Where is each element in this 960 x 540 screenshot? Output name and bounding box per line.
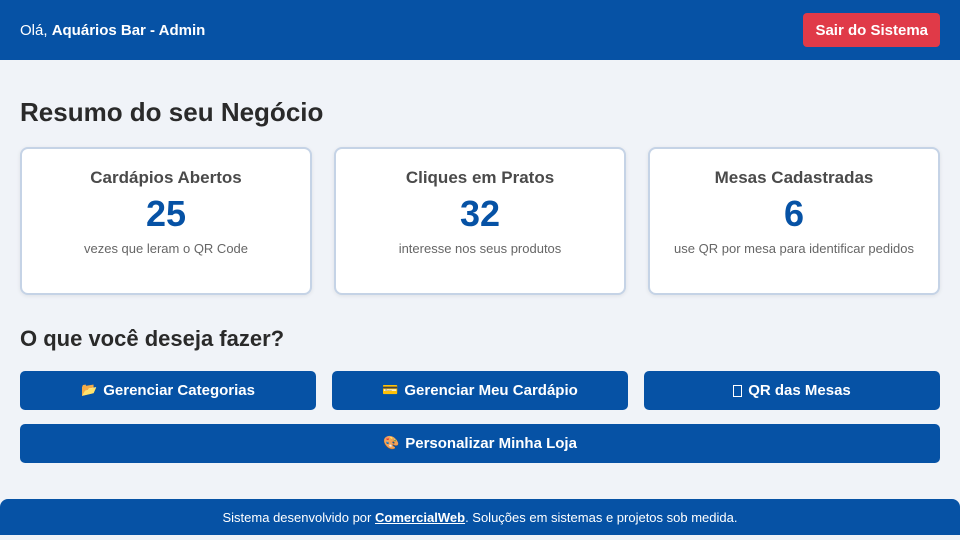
stat-card-title: Mesas Cadastradas [714,168,874,187]
qr-box-icon [733,384,743,397]
stat-card-title: Cliques em Pratos [405,168,555,187]
summary-cards: Cardápios Abertos 25 vezes que leram o Q… [20,147,940,295]
button-label: Gerenciar Meu Cardápio [404,382,578,399]
user-name: Aquários Bar - Admin [51,21,206,39]
stat-card-description: interesse nos seus produtos [398,241,562,256]
stat-card-dish-clicks: Cliques em Pratos 32 interesse nos seus … [334,147,626,295]
logout-button[interactable]: Sair do Sistema [803,13,940,47]
greeting: Olá, Aquários Bar - Admin [20,22,205,39]
footer: Sistema desenvolvido por ComercialWeb. S… [0,499,960,535]
footer-suffix: . Soluções em sistemas e projetos sob me… [465,509,738,525]
button-label: QR das Mesas [748,382,851,399]
footer-company-link[interactable]: ComercialWeb [375,510,465,525]
footer-prefix: Sistema desenvolvido por [222,509,372,525]
manage-menu-button[interactable]: 💳 Gerenciar Meu Cardápio [332,371,628,410]
stat-card-description: use QR por mesa para identificar pedidos [674,241,914,256]
customize-store-button[interactable]: 🎨 Personalizar Minha Loja [20,424,940,463]
actions-title: O que você deseja fazer? [20,326,285,351]
menu-card-icon: 💳 [382,383,399,398]
greeting-prefix: Olá, [20,21,48,39]
stat-card-description: vezes que leram o QR Code [83,241,249,256]
stat-card-title: Cardápios Abertos [90,168,242,187]
main-content: Resumo do seu Negócio Cardápios Abertos … [0,96,960,463]
folder-icon: 📂 [81,383,98,398]
manage-categories-button[interactable]: 📂 Gerenciar Categorias [20,371,316,410]
button-label: Gerenciar Categorias [103,382,255,399]
top-header: Olá, Aquários Bar - Admin Sair do Sistem… [0,0,960,60]
actions-row: 📂 Gerenciar Categorias 💳 Gerenciar Meu C… [20,371,940,410]
palette-icon: 🎨 [383,436,400,451]
stat-card-tables: Mesas Cadastradas 6 use QR por mesa para… [648,147,940,295]
summary-title: Resumo do seu Negócio [20,97,324,127]
stat-card-menus-opened: Cardápios Abertos 25 vezes que leram o Q… [20,147,312,295]
table-qr-button[interactable]: QR das Mesas [644,371,940,410]
stat-card-value: 6 [783,193,805,234]
stat-card-value: 32 [459,193,501,234]
button-label: Personalizar Minha Loja [405,435,577,452]
stat-card-value: 25 [145,193,187,234]
